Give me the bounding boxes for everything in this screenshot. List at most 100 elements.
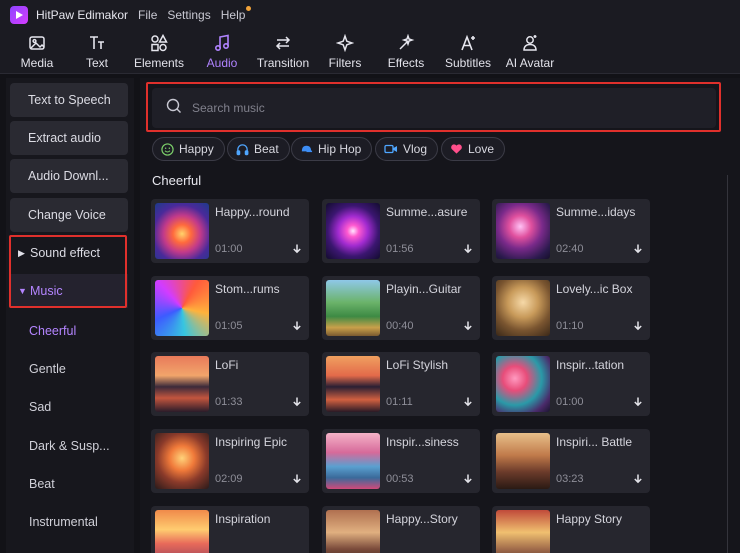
download-icon[interactable] xyxy=(632,473,644,485)
track-card[interactable]: Stom...rums 01:05 xyxy=(151,276,309,340)
track-title: LoFi xyxy=(215,358,239,372)
sidebar-item-dark-suspense[interactable]: Dark & Susp... xyxy=(10,431,128,461)
track-title: Playin...Guitar xyxy=(386,282,462,296)
track-duration: 01:10 xyxy=(556,320,584,332)
menu-help[interactable]: Help xyxy=(221,6,252,22)
scrollbar-track[interactable] xyxy=(727,175,728,553)
tag-love-label: Love xyxy=(468,142,495,156)
download-icon[interactable] xyxy=(632,243,644,255)
tab-media[interactable]: Media xyxy=(18,30,56,74)
tab-elements-label: Elements xyxy=(133,56,185,70)
download-icon[interactable] xyxy=(462,396,474,408)
track-title: Inspir...tation xyxy=(556,358,625,372)
tag-love[interactable]: Love xyxy=(441,137,506,161)
download-icon[interactable] xyxy=(632,396,644,408)
main-toolbar: Media Text Elements Audio Transition Fil… xyxy=(0,30,740,74)
tag-vlog-label: Vlog xyxy=(403,142,428,156)
tag-hip-hop-label: Hip Hop xyxy=(318,142,362,156)
track-thumbnail xyxy=(326,433,380,489)
track-title: Happy...round xyxy=(215,205,290,219)
download-icon[interactable] xyxy=(462,243,474,255)
track-thumbnail xyxy=(326,356,380,412)
track-card[interactable]: Happy...round 01:00 xyxy=(151,199,309,263)
caret-right-icon: ▶ xyxy=(18,247,25,258)
track-title: Stom...rums xyxy=(215,282,280,296)
track-thumbnail xyxy=(155,510,209,553)
track-title: Happy...Story xyxy=(386,512,458,526)
text-to-speech-label: Text to Speech xyxy=(28,93,111,107)
track-title: Inspir...siness xyxy=(386,435,459,449)
track-title: Inspiring Epic xyxy=(215,435,288,449)
download-icon[interactable] xyxy=(462,473,474,485)
menu-file[interactable]: File xyxy=(138,8,157,22)
track-card[interactable]: Summe...idays 02:40 xyxy=(492,199,650,263)
audio-download-button[interactable]: Audio Downl... xyxy=(10,159,128,193)
tab-text[interactable]: Text xyxy=(82,30,112,74)
track-card[interactable]: Inspir...tation 01:00 xyxy=(492,352,650,416)
tag-happy[interactable]: Happy xyxy=(152,137,225,161)
tab-media-label: Media xyxy=(20,56,54,70)
download-icon[interactable] xyxy=(291,243,303,255)
sidebar-item-sad[interactable]: Sad xyxy=(10,392,128,422)
track-card[interactable]: Playin...Guitar 00:40 xyxy=(322,276,480,340)
transition-arrows-icon xyxy=(274,30,292,52)
tag-vlog[interactable]: Vlog xyxy=(375,137,439,161)
download-icon[interactable] xyxy=(291,320,303,332)
track-duration: 02:09 xyxy=(215,473,243,485)
notification-dot xyxy=(246,6,252,11)
track-thumbnail xyxy=(326,203,380,259)
tag-hip-hop[interactable]: Hip Hop xyxy=(291,137,373,161)
change-voice-button[interactable]: Change Voice xyxy=(10,198,128,232)
sidebar-item-beat[interactable]: Beat xyxy=(10,469,128,499)
sidebar-item-instrumental[interactable]: Instrumental xyxy=(10,507,128,537)
tab-audio[interactable]: Audio xyxy=(204,30,240,74)
sidebar-item-gentle[interactable]: Gentle xyxy=(10,354,128,384)
track-card[interactable]: LoFi Stylish 01:11 xyxy=(322,352,480,416)
track-card[interactable]: Inspiration xyxy=(151,506,309,553)
sidebar-item-cheerful[interactable]: Cheerful xyxy=(10,316,128,346)
tag-beat[interactable]: Beat xyxy=(227,137,290,161)
track-title: Inspiration xyxy=(215,512,271,526)
search-input[interactable] xyxy=(192,101,672,115)
track-card[interactable]: Happy...Story xyxy=(322,506,480,553)
change-voice-label: Change Voice xyxy=(28,208,106,222)
track-card[interactable]: LoFi 01:33 xyxy=(151,352,309,416)
download-icon[interactable] xyxy=(291,473,303,485)
track-duration: 01:00 xyxy=(215,243,243,255)
tab-ai-avatar[interactable]: AI Avatar xyxy=(505,30,555,74)
subtitles-icon xyxy=(459,30,477,52)
heart-icon xyxy=(450,143,463,155)
tab-subtitles-label: Subtitles xyxy=(444,56,492,70)
track-card[interactable]: Inspir...siness 00:53 xyxy=(322,429,480,493)
track-thumbnail xyxy=(496,433,550,489)
text-to-speech-button[interactable]: Text to Speech xyxy=(10,83,128,117)
track-title: Happy Story xyxy=(556,512,623,526)
tab-subtitles[interactable]: Subtitles xyxy=(444,30,492,74)
menu-settings[interactable]: Settings xyxy=(167,8,210,22)
track-card[interactable]: Lovely...ic Box 01:10 xyxy=(492,276,650,340)
extract-audio-button[interactable]: Extract audio xyxy=(10,121,128,155)
tab-transition[interactable]: Transition xyxy=(256,30,310,74)
text-icon xyxy=(88,30,106,52)
track-card[interactable]: Summe...asure 01:56 xyxy=(322,199,480,263)
track-card[interactable]: Inspiri... Battle 03:23 xyxy=(492,429,650,493)
download-icon[interactable] xyxy=(291,396,303,408)
download-icon[interactable] xyxy=(632,320,644,332)
headphones-icon xyxy=(236,143,249,156)
search-bar[interactable] xyxy=(152,88,716,128)
track-card[interactable]: Happy Story xyxy=(492,506,650,553)
tab-filters[interactable]: Filters xyxy=(328,30,362,74)
track-title: Summe...idays xyxy=(556,205,636,219)
track-title: Summe...asure xyxy=(386,205,468,219)
sidebar-item-sound-effect[interactable]: ▶ Sound effect xyxy=(10,236,128,270)
tag-happy-label: Happy xyxy=(179,142,214,156)
track-duration: 01:05 xyxy=(215,320,243,332)
audio-download-label: Audio Downl... xyxy=(28,169,109,183)
sidebar-item-music[interactable]: ▼ Music xyxy=(10,274,128,308)
tab-elements[interactable]: Elements xyxy=(134,30,184,74)
elements-icon xyxy=(150,30,168,52)
tab-effects[interactable]: Effects xyxy=(386,30,426,74)
avatar-icon xyxy=(521,30,539,52)
download-icon[interactable] xyxy=(462,320,474,332)
track-card[interactable]: Inspiring Epic 02:09 xyxy=(151,429,309,493)
